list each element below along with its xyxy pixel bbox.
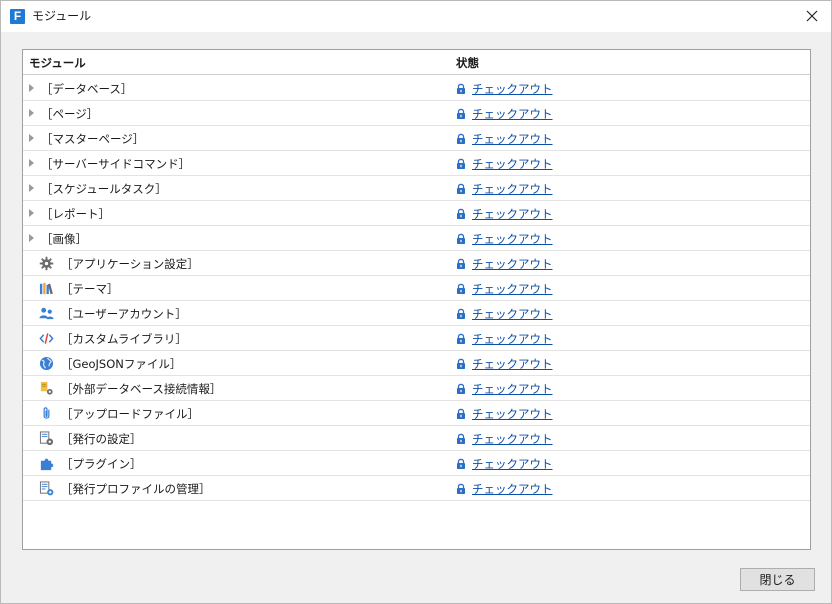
module-name: ［カスタムライブラリ］ <box>61 332 187 346</box>
lock-icon <box>456 308 466 319</box>
module-name: ［レポート］ <box>41 207 110 221</box>
code-icon <box>39 331 54 346</box>
expand-arrow-icon[interactable] <box>29 134 34 142</box>
lock-icon <box>456 258 466 269</box>
table-row[interactable]: ［マスターページ］ チェックアウト <box>23 126 810 151</box>
gear-icon <box>39 256 54 271</box>
table-header: モジュール 状態 <box>23 50 810 75</box>
module-name: ［テーマ］ <box>61 282 119 296</box>
module-name: ［外部データベース接続情報］ <box>61 382 222 396</box>
lock-icon <box>456 408 466 419</box>
close-icon <box>806 10 818 22</box>
users-icon <box>39 306 54 321</box>
checkout-link[interactable]: チェックアウト <box>472 132 553 146</box>
table-row[interactable]: ［カスタムライブラリ］ チェックアウト <box>23 326 810 351</box>
checkout-link[interactable]: チェックアウト <box>472 382 553 396</box>
checkout-link[interactable]: チェックアウト <box>472 432 553 446</box>
lock-icon <box>456 283 466 294</box>
table-row[interactable]: ［アップロードファイル］ チェックアウト <box>23 401 810 426</box>
checkout-link[interactable]: チェックアウト <box>472 307 553 321</box>
modules-table: モジュール 状態 ［データベース］ チェックアウト ［ページ］ チェックアウト ［マスタ… <box>22 49 811 550</box>
db-connection-icon <box>39 381 54 396</box>
expand-arrow-icon[interactable] <box>29 84 34 92</box>
module-name: ［画像］ <box>41 232 87 246</box>
checkout-link[interactable]: チェックアウト <box>472 157 553 171</box>
column-header-status[interactable]: 状態 <box>456 56 479 70</box>
lock-icon <box>456 358 466 369</box>
lock-icon <box>456 183 466 194</box>
lock-icon <box>456 383 466 394</box>
close-button[interactable]: 閉じる <box>740 568 815 591</box>
checkout-link[interactable]: チェックアウト <box>472 107 553 121</box>
expand-arrow-icon[interactable] <box>29 159 34 167</box>
window-title: モジュール <box>32 9 92 23</box>
table-row[interactable]: ［発行プロファイルの管理］ チェックアウト <box>23 476 810 501</box>
lock-icon <box>456 83 466 94</box>
puzzle-icon <box>39 456 54 471</box>
publish-settings-icon <box>39 431 54 446</box>
expand-arrow-icon[interactable] <box>29 234 34 242</box>
table-row[interactable]: ［アプリケーション設定］ チェックアウト <box>23 251 810 276</box>
module-name: ［マスターページ］ <box>41 132 145 146</box>
checkout-link[interactable]: チェックアウト <box>472 407 553 421</box>
checkout-link[interactable]: チェックアウト <box>472 282 553 296</box>
checkout-link[interactable]: チェックアウト <box>472 82 553 96</box>
module-name: ［発行の設定］ <box>61 432 142 446</box>
checkout-link[interactable]: チェックアウト <box>472 232 553 246</box>
checkout-link[interactable]: チェックアウト <box>472 332 553 346</box>
expand-arrow-icon[interactable] <box>29 109 34 117</box>
app-logo-icon: F <box>10 9 25 24</box>
module-name: ［ユーザーアカウント］ <box>61 307 187 321</box>
module-name: ［サーバーサイドコマンド］ <box>41 157 191 171</box>
lock-icon <box>456 208 466 219</box>
title-bar: F モジュール <box>1 1 831 32</box>
table-row[interactable]: ［データベース］ チェックアウト <box>23 76 810 101</box>
theme-books-icon <box>39 281 54 296</box>
table-row[interactable]: ［外部データベース接続情報］ チェックアウト <box>23 376 810 401</box>
table-row[interactable]: ［画像］ チェックアウト <box>23 226 810 251</box>
checkout-link[interactable]: チェックアウト <box>472 257 553 271</box>
lock-icon <box>456 233 466 244</box>
globe-icon <box>39 356 54 371</box>
expand-arrow-icon[interactable] <box>29 209 34 217</box>
lock-icon <box>456 108 466 119</box>
table-row[interactable]: ［ページ］ チェックアウト <box>23 101 810 126</box>
column-header-module[interactable]: モジュール <box>29 56 86 70</box>
checkout-link[interactable]: チェックアウト <box>472 457 553 471</box>
lock-icon <box>456 133 466 144</box>
checkout-link[interactable]: チェックアウト <box>472 482 553 496</box>
table-row[interactable]: ［GeoJSONファイル］ チェックアウト <box>23 351 810 376</box>
module-name: ［アップロードファイル］ <box>61 407 199 421</box>
module-name: ［データベース］ <box>41 82 133 96</box>
checkout-link[interactable]: チェックアウト <box>472 182 553 196</box>
publish-profile-icon <box>39 481 54 496</box>
table-row[interactable]: ［サーバーサイドコマンド］ チェックアウト <box>23 151 810 176</box>
expand-arrow-icon[interactable] <box>29 184 34 192</box>
table-row[interactable]: ［スケジュールタスク］ チェックアウト <box>23 176 810 201</box>
checkout-link[interactable]: チェックアウト <box>472 357 553 371</box>
checkout-link[interactable]: チェックアウト <box>472 207 553 221</box>
module-name: ［アプリケーション設定］ <box>61 257 199 271</box>
module-name: ［GeoJSONファイル］ <box>61 357 182 371</box>
table-row[interactable]: ［ユーザーアカウント］ チェックアウト <box>23 301 810 326</box>
lock-icon <box>456 433 466 444</box>
module-name: ［ページ］ <box>41 107 99 121</box>
table-row[interactable]: ［発行の設定］ チェックアウト <box>23 426 810 451</box>
module-name: ［発行プロファイルの管理］ <box>61 482 211 496</box>
table-row[interactable]: ［テーマ］ チェックアウト <box>23 276 810 301</box>
module-name: ［スケジュールタスク］ <box>41 182 167 196</box>
table-body: ［データベース］ チェックアウト ［ページ］ チェックアウト ［マスターページ］ チェック… <box>23 76 810 501</box>
modules-dialog: F モジュール モジュール 状態 ［データベース］ チェックアウト ［ページ］ チェッ… <box>0 0 832 604</box>
lock-icon <box>456 483 466 494</box>
paperclip-icon <box>39 406 54 421</box>
table-row[interactable]: ［レポート］ チェックアウト <box>23 201 810 226</box>
window-close-button[interactable] <box>799 4 825 28</box>
module-name: ［プラグイン］ <box>61 457 142 471</box>
lock-icon <box>456 333 466 344</box>
table-row[interactable]: ［プラグイン］ チェックアウト <box>23 451 810 476</box>
lock-icon <box>456 458 466 469</box>
lock-icon <box>456 158 466 169</box>
